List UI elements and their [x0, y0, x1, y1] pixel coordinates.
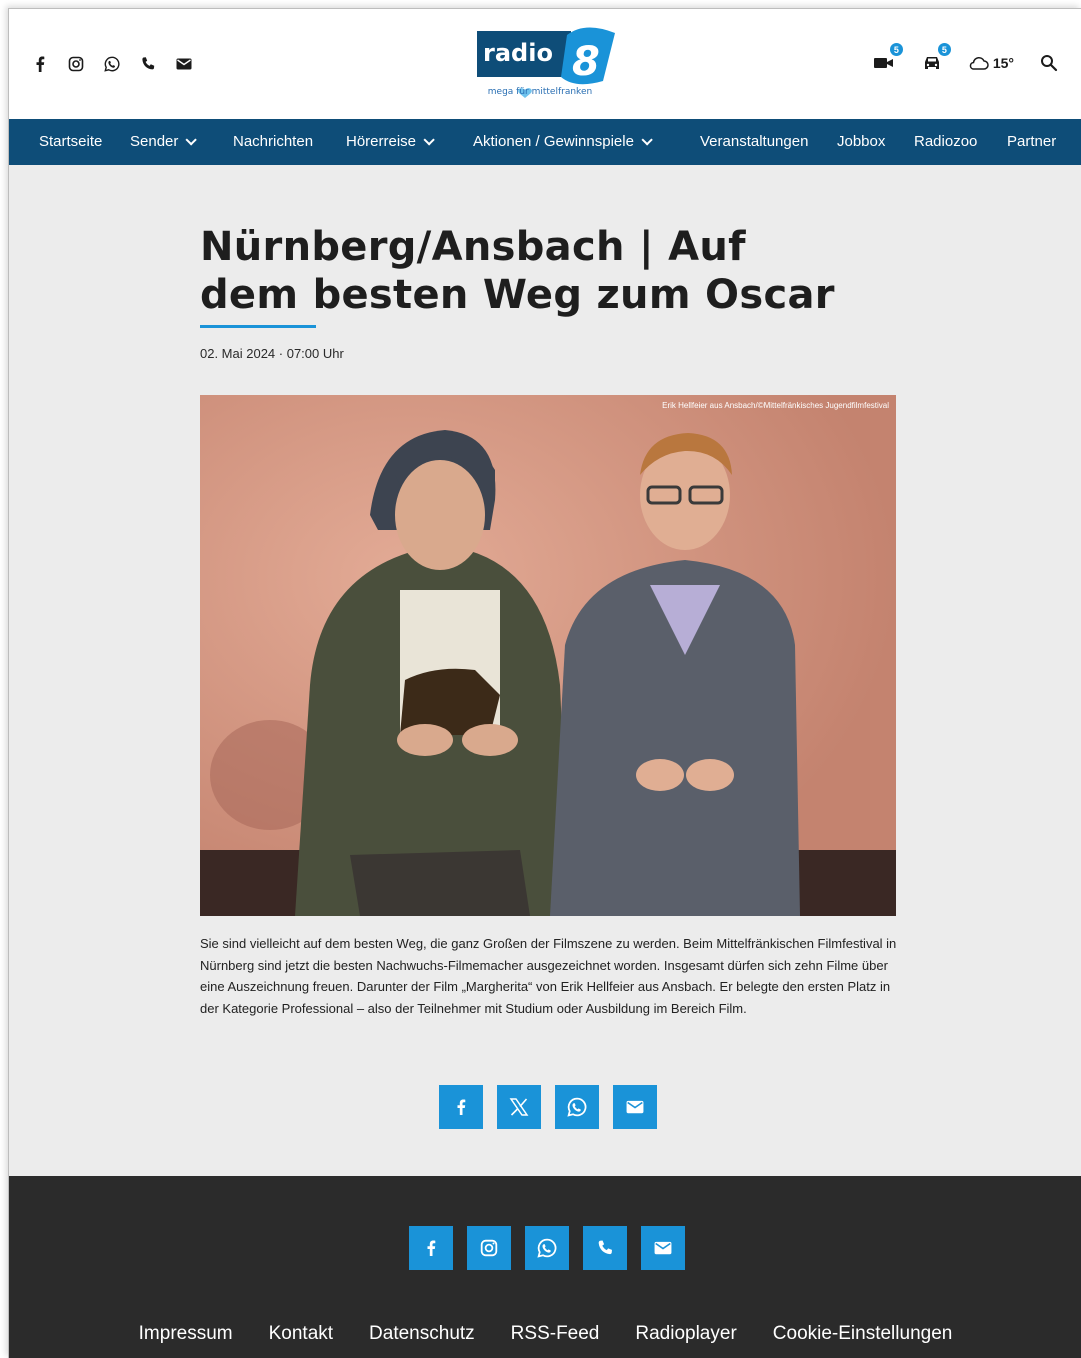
mail-icon[interactable]	[175, 55, 193, 73]
footer-phone-button[interactable]	[583, 1226, 627, 1270]
article-date: 02. Mai 2024 · 07:00 Uhr	[200, 346, 344, 361]
nav-item-jobbox[interactable]: Jobbox	[837, 133, 885, 150]
article-photo: Erik Hellfeier aus Ansbach/©Mittelfränki…	[200, 395, 896, 916]
article-title: Nürnberg/Ansbach | Auf dem besten Weg zu…	[200, 224, 835, 318]
main-navigation: Startseite Sender Nachrichten Hörerreise…	[9, 119, 1081, 165]
traffic-camera-button[interactable]: 5	[871, 43, 903, 75]
footer-link-cookie-settings[interactable]: Cookie-Einstellungen	[773, 1323, 953, 1345]
nav-label: Startseite	[39, 133, 103, 150]
footer-link-impressum[interactable]: Impressum	[139, 1323, 233, 1345]
footer-instagram-button[interactable]	[467, 1226, 511, 1270]
site-header: radio 8 mega für mittelfranken 5 5 15°	[9, 9, 1081, 119]
nav-item-startseite[interactable]: Startseite	[39, 133, 102, 150]
footer-link-datenschutz[interactable]: Datenschutz	[369, 1323, 475, 1345]
whatsapp-icon	[567, 1097, 587, 1117]
nav-label: Sender	[130, 133, 179, 150]
radio8-logo[interactable]: radio 8 mega für mittelfranken	[475, 27, 623, 103]
header-social-links	[31, 55, 193, 73]
video-camera-icon	[873, 58, 893, 68]
search-icon	[1041, 55, 1058, 72]
photo-credit: Erik Hellfeier aus Ansbach/©Mittelfränki…	[662, 401, 889, 410]
x-icon	[509, 1098, 529, 1116]
article-body: Sie sind vielleicht auf dem besten Weg, …	[200, 936, 897, 1016]
nav-label: Aktionen / Gewinnspiele	[473, 133, 634, 150]
nav-label: Veranstaltungen	[700, 133, 809, 150]
footer-link-radioplayer[interactable]: Radioplayer	[635, 1323, 736, 1345]
instagram-icon	[480, 1239, 498, 1257]
traffic-badge: 5	[937, 43, 951, 56]
chevron-down-icon	[423, 133, 435, 146]
nav-item-hoererreise[interactable]: Hörerreise	[346, 133, 435, 150]
browser-viewport: radio 8 mega für mittelfranken 5 5 15° S…	[8, 8, 1081, 1358]
share-facebook-button[interactable]	[439, 1085, 483, 1129]
instagram-icon[interactable]	[67, 55, 85, 73]
share-whatsapp-button[interactable]	[555, 1085, 599, 1129]
footer-links: Impressum Kontakt Datenschutz RSS-Feed R…	[9, 1323, 1081, 1345]
share-x-button[interactable]	[497, 1085, 541, 1129]
whatsapp-icon	[537, 1238, 557, 1258]
mail-icon	[626, 1100, 644, 1114]
nav-item-radiozoo[interactable]: Radiozoo	[914, 133, 977, 150]
traffic-button[interactable]: 5	[919, 43, 951, 75]
nav-label: Hörerreise	[346, 133, 417, 150]
mail-icon	[654, 1241, 672, 1255]
header-tools: 5 5 15°	[871, 43, 1062, 75]
facebook-icon	[427, 1240, 436, 1256]
nav-item-partner[interactable]: Partner	[1007, 133, 1056, 150]
chevron-down-icon	[641, 133, 653, 146]
footer-whatsapp-button[interactable]	[525, 1226, 569, 1270]
nav-label: Partner	[1007, 133, 1057, 150]
footer-link-rss-feed[interactable]: RSS-Feed	[511, 1323, 600, 1345]
facebook-icon[interactable]	[31, 55, 49, 73]
phone-icon	[598, 1240, 612, 1255]
share-mail-button[interactable]	[613, 1085, 657, 1129]
svg-text:8: 8	[572, 39, 600, 85]
nav-item-aktionen[interactable]: Aktionen / Gewinnspiele	[473, 133, 653, 150]
nav-label: Nachrichten	[233, 133, 314, 150]
nav-label: Radiozoo	[914, 133, 978, 150]
footer-social-links	[409, 1226, 685, 1270]
chevron-down-icon	[185, 133, 198, 146]
search-button[interactable]	[1036, 51, 1062, 75]
footer-mail-button[interactable]	[641, 1226, 685, 1270]
nav-item-nachrichten[interactable]: Nachrichten	[233, 133, 313, 150]
logo-tagline: mega für mittelfranken	[487, 87, 593, 97]
footer-facebook-button[interactable]	[409, 1226, 453, 1270]
weather-widget[interactable]: 15°	[967, 55, 1014, 71]
title-underline	[200, 325, 316, 328]
award-photo-illustration	[200, 395, 896, 916]
site-footer: Impressum Kontakt Datenschutz RSS-Feed R…	[9, 1176, 1081, 1358]
car-icon	[924, 57, 939, 69]
share-buttons	[439, 1085, 657, 1129]
cloud-sun-icon	[969, 56, 989, 70]
nav-item-sender[interactable]: Sender	[130, 133, 198, 150]
whatsapp-icon[interactable]	[103, 55, 121, 73]
nav-label: Jobbox	[837, 133, 886, 150]
phone-icon[interactable]	[139, 55, 157, 73]
weather-temperature: 15°	[992, 55, 1014, 71]
traffic-camera-badge: 5	[889, 43, 903, 56]
footer-link-kontakt[interactable]: Kontakt	[269, 1323, 333, 1345]
svg-text:radio: radio	[483, 39, 553, 67]
nav-item-veranstaltungen[interactable]: Veranstaltungen	[700, 133, 808, 150]
facebook-icon	[457, 1099, 466, 1115]
